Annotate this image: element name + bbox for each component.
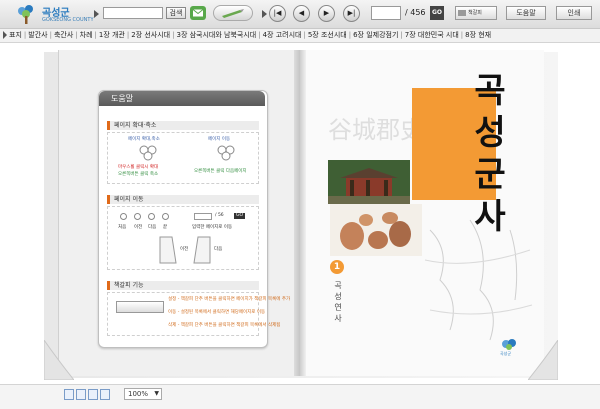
chapter-item[interactable]: 1장 개관	[99, 31, 125, 39]
next-page-button[interactable]: ▶	[318, 5, 335, 22]
label-last: 끝	[163, 225, 168, 230]
view-thumbnail-button[interactable]	[88, 389, 98, 400]
sample-prev-label: 이전	[180, 247, 189, 252]
print-button[interactable]: 인쇄	[556, 6, 592, 20]
label-next: 다음	[148, 225, 157, 230]
view-list-button[interactable]	[100, 389, 110, 400]
chapter-item[interactable]: 4장 고려시대	[263, 31, 302, 39]
volume-number: 1	[330, 260, 344, 274]
page-total: / 456	[405, 8, 426, 17]
page-curl-sample-icon	[159, 236, 177, 264]
page-curl-sample-icon	[193, 236, 211, 264]
search-button[interactable]: 검색	[166, 7, 186, 19]
sample-next-label: 다음	[214, 247, 223, 252]
page-curl-left-icon[interactable]	[44, 340, 74, 380]
label-goto: 입력한 페이지로 이동	[192, 225, 233, 230]
prev-page-button[interactable]: ◀	[293, 5, 310, 22]
section-bookmark-header: 책갈피 기능	[107, 281, 259, 290]
go-button[interactable]: GO	[430, 6, 444, 20]
last-icon: ▶|	[347, 9, 356, 17]
logo-subtitle: GOKSEONG COUNTY	[42, 17, 94, 23]
zoom-desc-1: 마우스휠 클릭시 확대	[118, 165, 159, 170]
chapter-item[interactable]: 축간사	[54, 31, 73, 39]
next-icon	[148, 213, 155, 220]
zoom-select[interactable]: 100% ▼	[124, 388, 162, 400]
help-button[interactable]: 도움말	[506, 6, 546, 20]
mouse-icon	[139, 145, 157, 161]
first-icon: |◀	[273, 9, 282, 17]
sample-go: GO	[234, 213, 246, 219]
chapter-item[interactable]: 6장 일제강점기	[353, 31, 398, 39]
move-desc: 오른쪽버튼 클릭 다음페이지	[194, 169, 247, 174]
cover-title: 곡성군사	[474, 71, 506, 237]
label-prev: 이전	[134, 225, 143, 230]
arrow-right-icon	[262, 10, 267, 18]
last-icon	[162, 213, 169, 220]
chapter-item[interactable]: 3장 삼국시대와 남북국시대	[176, 31, 256, 39]
county-seal: 곡성군	[500, 338, 518, 358]
search-input[interactable]	[103, 7, 163, 19]
tool-button[interactable]	[213, 5, 253, 21]
top-toolbar: 곡성군 GOKSEONG COUNTY 검색 |◀ ◀ ▶ ▶| / 456 G…	[0, 0, 600, 29]
pavilion-photo	[328, 160, 410, 204]
bookmark-line-2: 이동 - 설정된 목록에서 클릭하면 해당페이지로 이동	[168, 310, 266, 315]
chapter-item[interactable]: 5장 조선시대	[308, 31, 347, 39]
bookmark-line-1: 설정 - 책갈피 단추 버튼을 클릭하면 페이지가 책갈피 목록에 추가	[168, 297, 291, 302]
pottery-photo	[330, 204, 422, 256]
zoom-value: 100%	[128, 390, 149, 398]
seal-label: 곡성군	[500, 351, 512, 356]
chapter-item[interactable]: 차례	[80, 31, 93, 39]
pavilion-image	[328, 160, 410, 204]
section-zoom-body: 페이지 확대,축소 페이지 이동 마우스휠 클릭시 확대 오른쪽버튼 클릭 축소…	[107, 132, 259, 184]
zoom-desc-2: 오른쪽버튼 클릭 축소	[118, 172, 159, 177]
page-input-sample	[194, 213, 212, 220]
bookmark-line-3: 삭제 - 책갈피 단추 버튼을 클릭하면 책갈피 목록에서 삭제됨	[168, 323, 281, 328]
tree-logo-icon	[18, 5, 33, 24]
volume-title: 곡성연사	[334, 281, 342, 323]
seal-icon	[502, 339, 516, 350]
chapter-item[interactable]: 2장 선사시대	[131, 31, 170, 39]
section-page-move-body: / 56 GO 처음 이전 다음 끝 입력한 페이지로 이동 이전 다음	[107, 206, 259, 270]
mail-button[interactable]	[190, 6, 206, 20]
chapter-item[interactable]: 8장 현재	[465, 31, 491, 39]
mouse-icon	[217, 145, 235, 161]
chapter-nav: 표지 | 발간사 | 축간사 | 차례 | 1장 개관 | 2장 선사시대 | 3장 삼국시대와 남북국…	[0, 29, 600, 43]
section-bookmark-body: 설정 - 책갈피 단추 버튼을 클릭하면 페이지가 책갈피 목록에 추가 이동 …	[107, 292, 290, 336]
bookmark-sample-button	[116, 301, 164, 313]
zoom-label: 페이지 확대,축소	[128, 137, 160, 142]
page-number-input[interactable]	[371, 6, 401, 20]
first-page-button[interactable]: |◀	[269, 5, 286, 22]
logo[interactable]: 곡성군 GOKSEONG COUNTY	[14, 2, 94, 26]
chevron-down-icon: ▼	[154, 390, 159, 397]
help-panel: 도움말 페이지 확대·축소 페이지 확대,축소 페이지 이동 마우스휠 클릭시 …	[98, 90, 290, 348]
prev-icon: ◀	[298, 9, 305, 17]
envelope-icon	[192, 9, 204, 17]
arrow-right-icon	[3, 31, 7, 39]
prev-icon	[134, 213, 141, 220]
cover-background-title: 谷城郡史	[328, 116, 424, 144]
bookmark-toggle-label: 책갈피	[468, 10, 482, 16]
sample-page-total: / 56	[215, 213, 224, 218]
bookmark-icon	[458, 10, 466, 16]
label-first: 처음	[118, 225, 127, 230]
chapter-item[interactable]: 발간사	[28, 31, 47, 39]
arrow-right-icon	[94, 10, 99, 18]
move-label: 페이지 이동	[208, 137, 231, 142]
bookmark-toggle[interactable]: 책갈피	[455, 6, 497, 20]
first-icon	[120, 213, 127, 220]
pen-icon	[222, 9, 244, 18]
view-single-button[interactable]	[64, 389, 74, 400]
next-icon: ▶	[323, 9, 330, 17]
chapter-item[interactable]: 7장 대한민국 시대	[405, 31, 459, 39]
section-zoom-header: 페이지 확대·축소	[107, 121, 259, 130]
last-page-button[interactable]: ▶|	[343, 5, 360, 22]
book-spine	[294, 50, 306, 376]
chapter-item[interactable]: 표지	[9, 31, 22, 39]
help-panel-title: 도움말	[99, 91, 265, 106]
view-double-button[interactable]	[76, 389, 86, 400]
section-page-move-header: 페이지 이동	[107, 195, 259, 204]
pottery-image	[340, 212, 411, 250]
